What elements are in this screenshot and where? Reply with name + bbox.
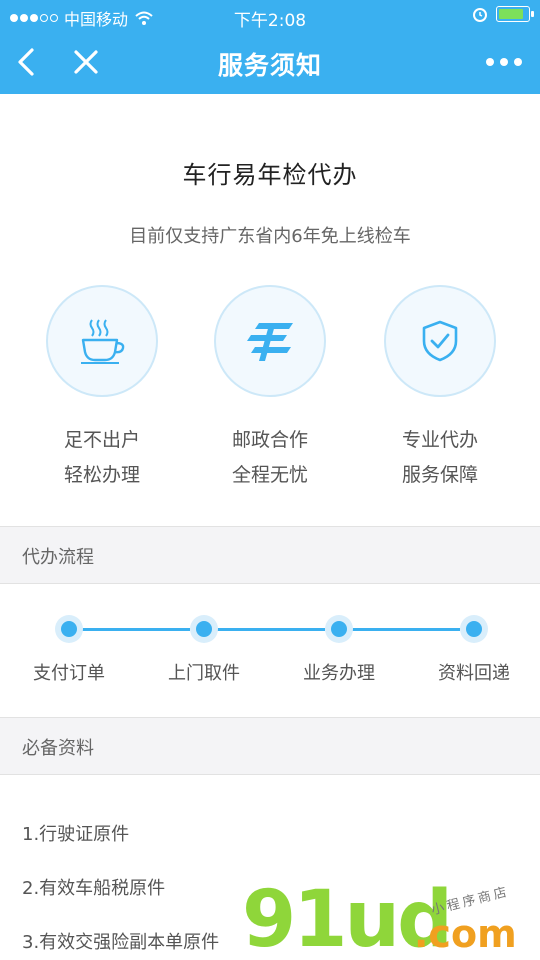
china-post-icon (247, 323, 293, 361)
step-connector (352, 628, 460, 631)
feature-line1: 专业代办 (401, 429, 478, 451)
service-subtitle: 目前仅支持广东省内6年免上线检车 (129, 226, 411, 247)
step-label-processing: 业务办理 (303, 663, 375, 684)
step-dot (460, 615, 488, 643)
alarm-icon (473, 8, 487, 22)
watermark-logo: 91ud .com 小程序商店 (242, 880, 532, 960)
feature-line1: 邮政合作 (231, 429, 308, 451)
document-item: 1.行驶证原件 (22, 824, 130, 845)
feature-line1: 足不出户 (63, 429, 140, 451)
step-label-pay: 支付订单 (33, 663, 105, 684)
battery-level (499, 9, 523, 19)
page-title: 服务须知 (217, 51, 322, 80)
watermark-domain: .com (414, 912, 517, 956)
step-dot (325, 615, 353, 643)
nav-bar: 服务须知 (0, 32, 540, 94)
battery-icon (496, 6, 534, 22)
step-dot (55, 615, 83, 643)
feature-line2: 轻松办理 (63, 464, 140, 486)
feature-icon-circle (46, 285, 158, 397)
documents-header-label: 必备资料 (22, 738, 94, 759)
service-title: 车行易年检代办 (182, 161, 358, 189)
step-connector (82, 628, 190, 631)
document-item: 2.有效车船税原件 (22, 878, 166, 899)
feature-home-service: 足不出户 轻松办理 (17, 285, 187, 487)
feature-icon-circle (384, 285, 496, 397)
documents-section-header: 必备资料 (0, 717, 540, 775)
step-label-return: 资料回递 (438, 663, 510, 684)
feature-icon-circle (214, 285, 326, 397)
feature-professional: 专业代办 服务保障 (355, 285, 525, 487)
process-steps: 支付订单 上门取件 业务办理 资料回递 (0, 585, 540, 715)
status-time: 下午2:08 (233, 11, 307, 31)
feature-line2: 全程无忧 (231, 464, 308, 486)
top-bar: 中国移动 下午2:08 服务须知 (0, 0, 540, 94)
process-header-label: 代办流程 (22, 547, 94, 568)
status-right (472, 6, 534, 22)
step-connector (217, 628, 325, 631)
feature-postal: 邮政合作 全程无忧 (185, 285, 355, 487)
shield-check-icon (422, 320, 458, 362)
process-section-header: 代办流程 (0, 526, 540, 584)
step-label-pickup: 上门取件 (168, 663, 240, 684)
more-dots-icon[interactable] (486, 56, 522, 68)
coffee-cup-icon (81, 319, 125, 364)
feature-line2: 服务保障 (401, 464, 478, 486)
document-item: 3.有效交强险副本单原件 (22, 932, 220, 953)
step-dot (190, 615, 218, 643)
status-bar: 中国移动 下午2:08 (0, 0, 540, 32)
